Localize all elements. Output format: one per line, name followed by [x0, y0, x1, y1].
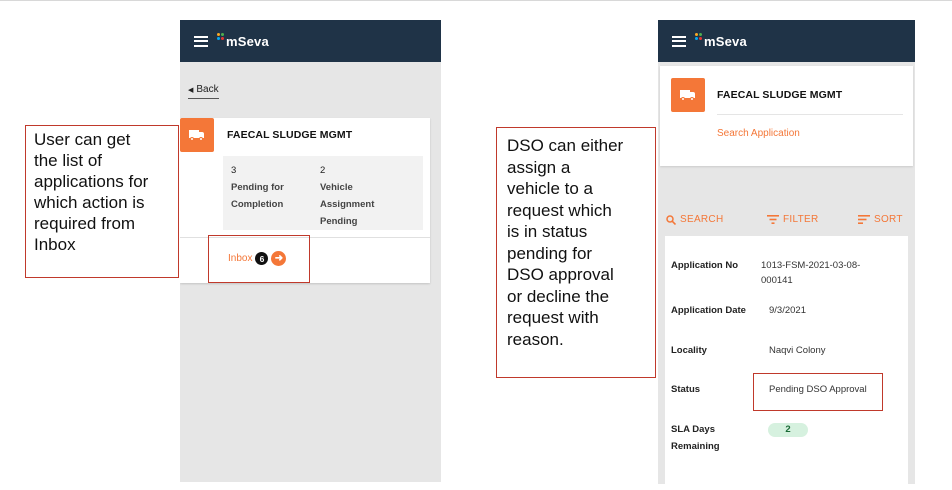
right-phone-screen: mSeva FAECAL SLUDGE MGMT Search Applicat…	[658, 20, 915, 484]
sla-label: SLA Days Remaining	[671, 422, 761, 454]
callout-line: request with	[507, 308, 599, 327]
filter-button[interactable]: FILTER	[767, 214, 819, 225]
back-label: Back	[196, 84, 219, 95]
locality-label: Locality	[671, 345, 707, 356]
dso-explanation-callout: DSO can either assign a vehicle to a req…	[496, 127, 656, 378]
callout-line: vehicle to a	[507, 179, 593, 198]
sort-icon	[858, 215, 870, 224]
stat-label: Assignment	[320, 199, 375, 210]
fsm-module-card: FAECAL SLUDGE MGMT Search Application	[660, 66, 913, 166]
stat-label: Pending	[320, 216, 358, 227]
status-highlight-box	[753, 373, 883, 411]
application-no-line: 1013-FSM-2021-03-08-	[761, 260, 861, 271]
callout-line: User can get	[34, 130, 131, 149]
stat-pending-completion[interactable]: 3 Pending for Completion	[231, 162, 284, 213]
callout-line: assign a	[507, 157, 571, 177]
locality-value: Naqvi Colony	[769, 345, 826, 356]
logo-dots-icon	[217, 33, 225, 43]
callout-line: required from	[34, 214, 136, 233]
application-no-label: Application No	[671, 260, 739, 271]
back-arrow-icon: ◀	[188, 87, 194, 94]
application-date-label: Application Date	[671, 305, 746, 316]
brand-logo: mSeva	[695, 33, 747, 49]
top-divider	[0, 0, 952, 1]
callout-line: is in status	[507, 222, 588, 241]
app-bar: mSeva	[658, 20, 915, 62]
search-icon	[666, 214, 676, 225]
stat-label: Completion	[231, 199, 284, 210]
module-title: FAECAL SLUDGE MGMT	[227, 129, 353, 141]
stat-count: 3	[231, 165, 237, 176]
callout-line: applications for	[34, 172, 149, 191]
callout-line: which action is	[34, 193, 145, 212]
callout-line: Inbox	[34, 235, 76, 254]
brand-name: mSeva	[226, 33, 269, 49]
search-button[interactable]: SEARCH	[666, 214, 723, 225]
application-date-value: 9/3/2021	[769, 305, 806, 316]
stats-panel: 3 Pending for Completion 2 Vehicle Assig…	[223, 156, 423, 230]
sort-button[interactable]: SORT	[858, 214, 903, 225]
application-no-line: 000141	[761, 275, 793, 286]
stat-label: Pending for	[231, 182, 284, 193]
logo-dots-icon	[695, 33, 703, 43]
sla-days-badge: 2	[768, 423, 808, 437]
back-button[interactable]: ◀ Back	[188, 84, 219, 99]
app-bar: mSeva	[180, 20, 441, 62]
application-no-value: 1013-FSM-2021-03-08- 000141	[761, 258, 891, 288]
menu-icon[interactable]	[194, 35, 208, 47]
sla-label-line: Remaining	[671, 441, 720, 452]
brand-logo: mSeva	[217, 33, 269, 49]
card-divider	[717, 114, 903, 115]
status-label: Status	[671, 384, 701, 395]
callout-line: the list of	[34, 151, 103, 170]
application-card[interactable]: Application No 1013-FSM-2021-03-08- 0001…	[665, 236, 908, 484]
callout-line: DSO can either	[507, 136, 624, 155]
truck-icon	[180, 118, 214, 152]
stat-label: Vehicle	[320, 182, 353, 193]
filter-label: FILTER	[783, 214, 819, 225]
brand-name: mSeva	[704, 33, 747, 49]
sort-label: SORT	[874, 214, 903, 225]
search-label: SEARCH	[680, 214, 724, 225]
stat-count: 2	[320, 165, 326, 176]
module-title: FAECAL SLUDGE MGMT	[717, 89, 843, 101]
search-application-link[interactable]: Search Application	[717, 128, 800, 139]
tutorial-slide: User can get the list of applications fo…	[0, 0, 952, 490]
menu-icon[interactable]	[672, 35, 686, 47]
inbox-explanation-callout: User can get the list of applications fo…	[25, 125, 179, 278]
inbox-highlight-box	[208, 235, 310, 283]
list-toolbar: SEARCH FILTER SORT	[666, 214, 915, 230]
callout-line: or decline the	[507, 286, 610, 306]
sla-label-line: SLA Days	[671, 424, 715, 435]
truck-icon	[671, 78, 705, 112]
callout-line: pending for	[507, 243, 593, 263]
callout-line: reason.	[507, 329, 564, 349]
stat-vehicle-assignment-pending[interactable]: 2 Vehicle Assignment Pending	[320, 162, 374, 230]
filter-icon	[767, 215, 779, 224]
callout-line: DSO approval	[507, 265, 614, 284]
callout-line: request which	[507, 200, 612, 220]
